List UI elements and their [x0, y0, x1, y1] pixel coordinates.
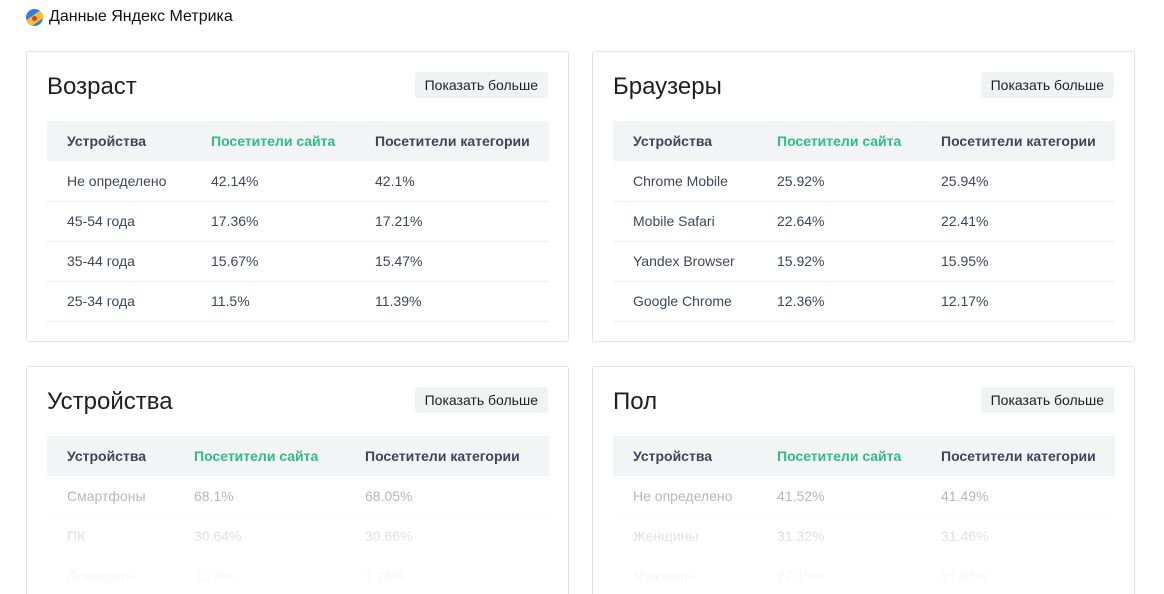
- category-value: 27.05%: [921, 556, 1115, 594]
- show-more-button[interactable]: Показать больше: [980, 387, 1114, 413]
- row-label: 35-44 года: [47, 241, 191, 282]
- show-more-button[interactable]: Показать больше: [414, 387, 548, 413]
- row-label: Chrome Mobile: [613, 161, 757, 202]
- column-header-site-visitors: Посетители сайта: [757, 121, 921, 161]
- row-label: 25-34 года: [47, 281, 191, 322]
- site-value: 15.92%: [757, 241, 921, 282]
- site-value: 68.1%: [174, 476, 345, 517]
- row-label: Планшеты: [47, 556, 174, 594]
- column-header-category-visitors: Посетители категории: [921, 121, 1115, 161]
- category-value: 12.17%: [921, 281, 1115, 322]
- card-devices: Устройства Показать больше Устройства По…: [26, 366, 569, 594]
- column-header-site-visitors: Посетители сайта: [174, 436, 345, 476]
- table-header-row: Устройства Посетители сайта Посетители к…: [613, 436, 1115, 476]
- table-row: Мужчины 27.15% 27.05%: [613, 556, 1115, 594]
- row-label: Yandex Browser: [613, 241, 757, 282]
- table-row: Не определено 42.14% 42.1%: [47, 161, 549, 202]
- stats-table: Устройства Посетители сайта Посетители к…: [47, 121, 549, 322]
- site-value: 42.14%: [191, 161, 355, 202]
- row-label: Google Chrome: [613, 281, 757, 322]
- category-value: 31.46%: [921, 516, 1115, 557]
- table-row: Mobile Safari 22.64% 22.41%: [613, 201, 1115, 242]
- stats-table: Устройства Посетители сайта Посетители к…: [47, 436, 549, 594]
- show-more-button[interactable]: Показать больше: [414, 72, 548, 98]
- row-label: Женщины: [613, 516, 757, 557]
- category-value: 42.1%: [355, 161, 549, 202]
- table-header-row: Устройства Посетители сайта Посетители к…: [47, 436, 549, 476]
- column-header-site-visitors: Посетители сайта: [191, 121, 355, 161]
- card-browsers: Браузеры Показать больше Устройства Посе…: [592, 51, 1135, 342]
- site-value: 22.64%: [757, 201, 921, 242]
- table-header-row: Устройства Посетители сайта Посетители к…: [613, 121, 1115, 161]
- table-row: Планшеты 1.23% 1.26%: [47, 556, 549, 594]
- page: Данные Яндекс Метрика Возраст Показать б…: [0, 0, 1164, 594]
- site-value: 41.52%: [757, 476, 921, 517]
- site-value: 25.92%: [757, 161, 921, 202]
- column-header-category-visitors: Посетители категории: [921, 436, 1115, 476]
- category-value: 41.49%: [921, 476, 1115, 517]
- table-row: Google Chrome 12.36% 12.17%: [613, 281, 1115, 322]
- column-header-devices: Устройства: [47, 436, 174, 476]
- column-header-devices: Устройства: [47, 121, 191, 161]
- column-header-devices: Устройства: [613, 436, 757, 476]
- row-label: Mobile Safari: [613, 201, 757, 242]
- table-row: ПК 30.64% 30.66%: [47, 516, 549, 557]
- column-header-category-visitors: Посетители категории: [345, 436, 549, 476]
- category-value: 68.05%: [345, 476, 549, 517]
- card-title: Устройства: [47, 388, 173, 415]
- card-gender: Пол Показать больше Устройства Посетител…: [592, 366, 1135, 594]
- row-label: Смартфоны: [47, 476, 174, 517]
- row-label: Не определено: [47, 161, 191, 202]
- table-row: Не определено 41.52% 41.49%: [613, 476, 1115, 517]
- row-label: ПК: [47, 516, 174, 557]
- category-value: 15.47%: [355, 241, 549, 282]
- column-header-category-visitors: Посетители категории: [355, 121, 549, 161]
- site-value: 15.67%: [191, 241, 355, 282]
- yandex-metrica-logo-icon: [26, 8, 43, 26]
- show-more-button[interactable]: Показать больше: [980, 72, 1114, 98]
- table-row: 45-54 года 17.36% 17.21%: [47, 201, 549, 242]
- stats-table: Устройства Посетители сайта Посетители к…: [613, 436, 1115, 594]
- card-title: Возраст: [47, 73, 137, 100]
- site-value: 17.36%: [191, 201, 355, 242]
- site-value: 11.5%: [191, 281, 355, 322]
- site-value: 27.15%: [757, 556, 921, 594]
- category-value: 30.66%: [345, 516, 549, 557]
- page-header: Данные Яндекс Метрика: [26, 8, 233, 26]
- table-row: Chrome Mobile 25.92% 25.94%: [613, 161, 1115, 202]
- column-header-site-visitors: Посетители сайта: [757, 436, 921, 476]
- site-value: 12.36%: [757, 281, 921, 322]
- stats-table: Устройства Посетители сайта Посетители к…: [613, 121, 1115, 322]
- site-value: 31.32%: [757, 516, 921, 557]
- category-value: 11.39%: [355, 281, 549, 322]
- table-header-row: Устройства Посетители сайта Посетители к…: [47, 121, 549, 161]
- row-label: Не определено: [613, 476, 757, 517]
- row-label: 45-54 года: [47, 201, 191, 242]
- row-label: Мужчины: [613, 556, 757, 594]
- category-value: 25.94%: [921, 161, 1115, 202]
- table-row: 25-34 года 11.5% 11.39%: [47, 281, 549, 322]
- column-header-devices: Устройства: [613, 121, 757, 161]
- site-value: 30.64%: [174, 516, 345, 557]
- site-value: 1.23%: [174, 556, 345, 594]
- card-title: Пол: [613, 388, 658, 415]
- table-row: 35-44 года 15.67% 15.47%: [47, 241, 549, 282]
- card-title: Браузеры: [613, 73, 722, 100]
- card-age: Возраст Показать больше Устройства Посет…: [26, 51, 569, 342]
- category-value: 22.41%: [921, 201, 1115, 242]
- table-row: Yandex Browser 15.92% 15.95%: [613, 241, 1115, 282]
- table-row: Женщины 31.32% 31.46%: [613, 516, 1115, 557]
- category-value: 1.26%: [345, 556, 549, 594]
- table-row: Смартфоны 68.1% 68.05%: [47, 476, 549, 517]
- category-value: 17.21%: [355, 201, 549, 242]
- category-value: 15.95%: [921, 241, 1115, 282]
- page-title: Данные Яндекс Метрика: [49, 8, 233, 25]
